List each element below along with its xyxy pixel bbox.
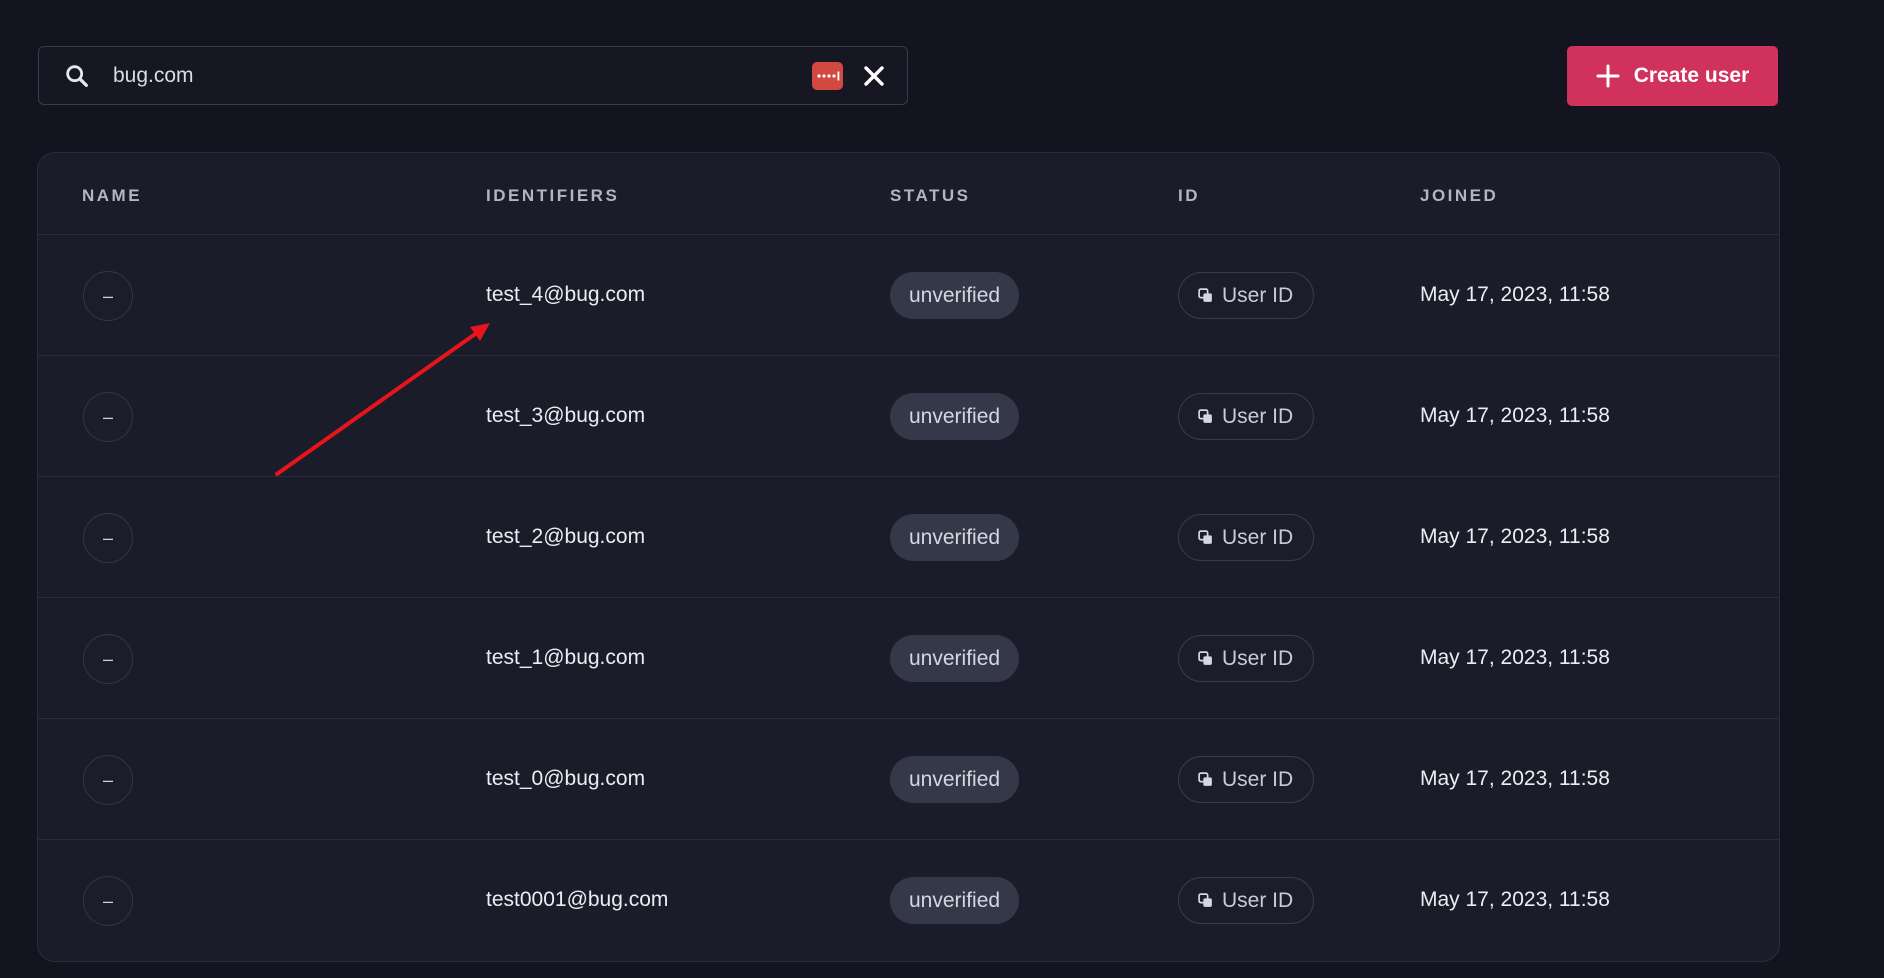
name-placeholder: – (102, 890, 113, 911)
status-badge: unverified (890, 756, 1020, 803)
name-placeholder: – (102, 769, 113, 790)
close-icon (864, 65, 884, 86)
name-placeholder: – (102, 285, 113, 306)
table-row[interactable]: – test_4@bug.com unverified User ID May 17, … (38, 235, 1779, 356)
avatar: – (83, 876, 133, 926)
password-manager-icon[interactable] (812, 61, 843, 90)
joined-date: May 17, 2023, 11:58 (1420, 888, 1610, 911)
search-input[interactable] (91, 47, 812, 104)
copy-icon (1198, 409, 1212, 423)
table-row[interactable]: – test_0@bug.com unverified User ID May 17, … (38, 719, 1779, 840)
identifier-text: test_3@bug.com (486, 404, 646, 427)
identifier-text: test_2@bug.com (486, 525, 646, 548)
copy-icon (1198, 530, 1212, 544)
identifier-text: test_0@bug.com (486, 767, 646, 790)
table-row[interactable]: – test_3@bug.com unverified User ID May 17, … (38, 356, 1779, 477)
user-id-label: User ID (1222, 283, 1294, 307)
copy-icon (1198, 772, 1212, 786)
table-row[interactable]: – test_1@bug.com unverified User ID May 17, … (38, 598, 1779, 719)
plus-icon (1596, 64, 1620, 88)
avatar: – (83, 634, 133, 684)
status-badge: unverified (890, 635, 1020, 682)
avatar: – (83, 755, 133, 805)
copy-user-id-button[interactable]: User ID (1178, 635, 1315, 682)
identifier-text: test_4@bug.com (486, 283, 646, 306)
avatar: – (83, 271, 133, 321)
user-id-label: User ID (1222, 888, 1294, 912)
copy-user-id-button[interactable]: User ID (1178, 272, 1315, 319)
joined-date: May 17, 2023, 11:58 (1420, 404, 1610, 427)
clear-search-button[interactable] (857, 59, 891, 93)
copy-user-id-button[interactable]: User ID (1178, 393, 1315, 440)
copy-user-id-button[interactable]: User ID (1178, 877, 1315, 924)
status-badge: unverified (890, 272, 1020, 319)
table-body: – test_4@bug.com unverified User ID May 17, … (38, 235, 1779, 961)
joined-date: May 17, 2023, 11:58 (1420, 525, 1610, 548)
copy-icon (1198, 651, 1212, 665)
status-badge: unverified (890, 877, 1020, 924)
table-row[interactable]: – test0001@bug.com unverified User ID May 17… (38, 840, 1779, 961)
joined-date: May 17, 2023, 11:58 (1420, 646, 1610, 669)
search-icon (66, 64, 88, 87)
column-header-status[interactable]: STATUS (890, 186, 970, 206)
table-row[interactable]: – test_2@bug.com unverified User ID May 17, … (38, 477, 1779, 598)
create-user-button[interactable]: Create user (1567, 46, 1778, 106)
copy-icon (1198, 288, 1212, 302)
identifier-text: test0001@bug.com (486, 888, 669, 911)
joined-date: May 17, 2023, 11:58 (1420, 767, 1610, 790)
user-id-label: User ID (1222, 767, 1294, 791)
user-id-label: User ID (1222, 404, 1294, 428)
avatar: – (83, 392, 133, 442)
column-header-identifiers[interactable]: IDENTIFIERS (486, 186, 619, 206)
column-header-id[interactable]: ID (1178, 186, 1200, 206)
status-badge: unverified (890, 393, 1020, 440)
create-user-label: Create user (1633, 64, 1750, 87)
name-placeholder: – (102, 406, 113, 427)
copy-user-id-button[interactable]: User ID (1178, 514, 1315, 561)
user-id-label: User ID (1222, 525, 1294, 549)
name-placeholder: – (102, 527, 113, 548)
column-header-name[interactable]: NAME (82, 186, 142, 206)
identifier-text: test_1@bug.com (486, 646, 646, 669)
user-id-label: User ID (1222, 646, 1294, 670)
name-placeholder: – (102, 648, 113, 669)
column-header-joined[interactable]: JOINED (1420, 186, 1498, 206)
users-page: Create user NAME IDENTIFIERS STATUS ID J… (0, 0, 1884, 978)
avatar: – (83, 513, 133, 563)
copy-user-id-button[interactable]: User ID (1178, 756, 1315, 803)
joined-date: May 17, 2023, 11:58 (1420, 283, 1610, 306)
search-bar (38, 46, 908, 105)
table-header: NAME IDENTIFIERS STATUS ID JOINED (38, 153, 1779, 235)
users-table: NAME IDENTIFIERS STATUS ID JOINED – test_… (37, 152, 1780, 962)
copy-icon (1198, 893, 1212, 907)
status-badge: unverified (890, 514, 1020, 561)
